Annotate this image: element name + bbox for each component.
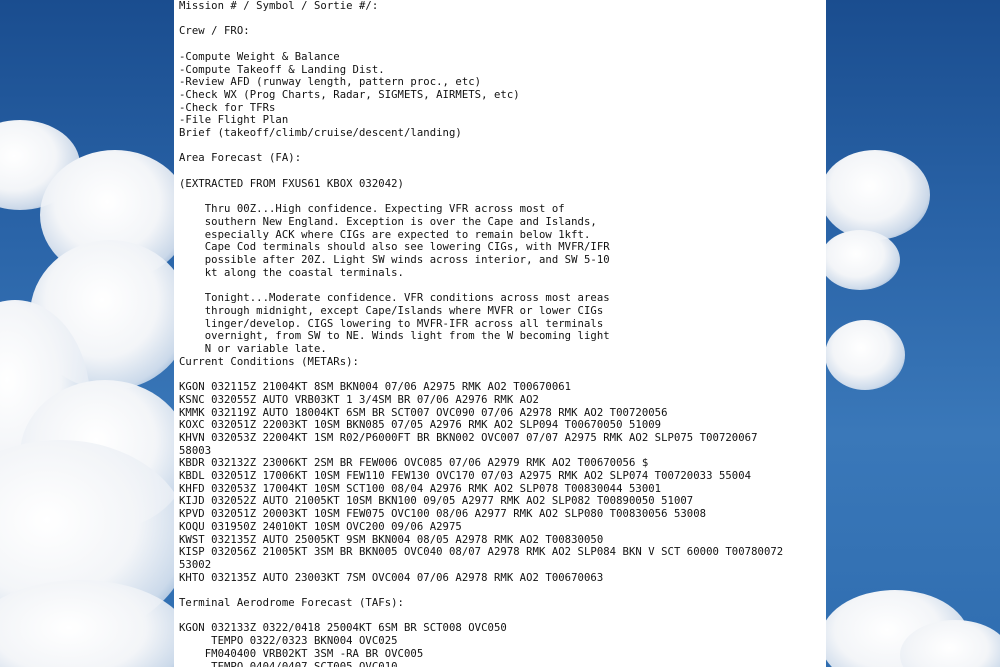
document-line: FM040400 VRB02KT 3SM -RA BR OVC005 <box>179 647 424 660</box>
cloud <box>820 150 930 240</box>
document-line: KHVN 032053Z 22004KT 1SM R02/P6000FT BR … <box>179 431 758 444</box>
cloud <box>820 230 900 290</box>
document-line: Current Conditions (METARs): <box>179 355 359 368</box>
document-line: 58003 <box>179 444 212 457</box>
document-line: KPVD 032051Z 20003KT 10SM FEW075 OVC100 … <box>179 508 707 521</box>
document-line: linger/develop. CIGS lowering to MVFR-IF… <box>179 317 604 330</box>
document-line: Mission # / Symbol / Sortie #/: <box>179 0 379 12</box>
document-line: KBDL 032051Z 17006KT 10SM FEW110 FEW130 … <box>179 470 752 483</box>
document-line: possible after 20Z. Light SW winds acros… <box>179 254 610 267</box>
document-line: TEMPO 0404/0407 SCT005 OVC010 <box>179 660 398 667</box>
document-line: -Review AFD (runway length, pattern proc… <box>179 76 482 89</box>
document-line: -Check WX (Prog Charts, Radar, SIGMETS, … <box>179 88 520 101</box>
document-line: KWST 032135Z AUTO 25005KT 9SM BKN004 08/… <box>179 533 604 546</box>
document-line: Crew / FRO: <box>179 25 250 38</box>
document-line: KGON 032133Z 0322/0418 25004KT 6SM BR SC… <box>179 622 507 635</box>
document-line: KGON 032115Z 21004KT 8SM BKN004 07/06 A2… <box>179 381 572 394</box>
document-line: KHFD 032053Z 17004KT 10SM SCT100 08/04 A… <box>179 482 662 495</box>
document-line: Terminal Aerodrome Forecast (TAFs): <box>179 597 404 610</box>
document-line: Tonight...Moderate confidence. VFR condi… <box>179 292 610 305</box>
document-line: -Compute Weight & Balance <box>179 50 340 63</box>
document-line: KSNC 032055Z AUTO VRB03KT 1 3/4SM BR 07/… <box>179 393 539 406</box>
preflight-document-text: Mission # / Symbol / Sortie #/: Crew / F… <box>174 0 826 667</box>
cloud <box>825 320 905 390</box>
document-line: Area Forecast (FA): <box>179 152 302 165</box>
document-line: TEMPO 0322/0323 BKN004 OVC025 <box>179 635 398 648</box>
document-line: KMMK 032119Z AUTO 18004KT 6SM BR SCT007 … <box>179 406 668 419</box>
document-line: -File Flight Plan <box>179 114 289 127</box>
document-line: KIJD 032052Z AUTO 21005KT 10SM BKN100 09… <box>179 495 694 508</box>
document-page: Mission # / Symbol / Sortie #/: Crew / F… <box>174 0 826 667</box>
document-line: 53002 <box>179 558 212 571</box>
document-line: N or variable late. <box>179 342 327 355</box>
document-line: kt along the coastal terminals. <box>179 266 404 279</box>
document-line: through midnight, except Cape/Islands wh… <box>179 304 604 317</box>
document-line: Cape Cod terminals should also see lower… <box>179 241 610 254</box>
document-line: KHTO 032135Z AUTO 23003KT 7SM OVC004 07/… <box>179 571 604 584</box>
document-line: KOQU 031950Z 24010KT 10SM OVC200 09/06 A… <box>179 520 462 533</box>
document-line: -Compute Takeoff & Landing Dist. <box>179 63 385 76</box>
document-line: overnight, from SW to NE. Winds light fr… <box>179 330 610 343</box>
document-line: Brief (takeoff/climb/cruise/descent/land… <box>179 127 462 140</box>
document-line: KISP 032056Z 21005KT 3SM BR BKN005 OVC04… <box>179 546 784 559</box>
document-line: southern New England. Exception is over … <box>179 215 597 228</box>
document-line: KOXC 032051Z 22003KT 10SM BKN085 07/05 A… <box>179 419 662 432</box>
document-line: -Check for TFRs <box>179 101 276 114</box>
document-line: Thru 00Z...High confidence. Expecting VF… <box>179 203 565 216</box>
document-line: especially ACK where CIGs are expected t… <box>179 228 591 241</box>
document-line: KBDR 032132Z 23006KT 2SM BR FEW006 OVC08… <box>179 457 649 470</box>
document-line: (EXTRACTED FROM FXUS61 KBOX 032042) <box>179 177 404 190</box>
